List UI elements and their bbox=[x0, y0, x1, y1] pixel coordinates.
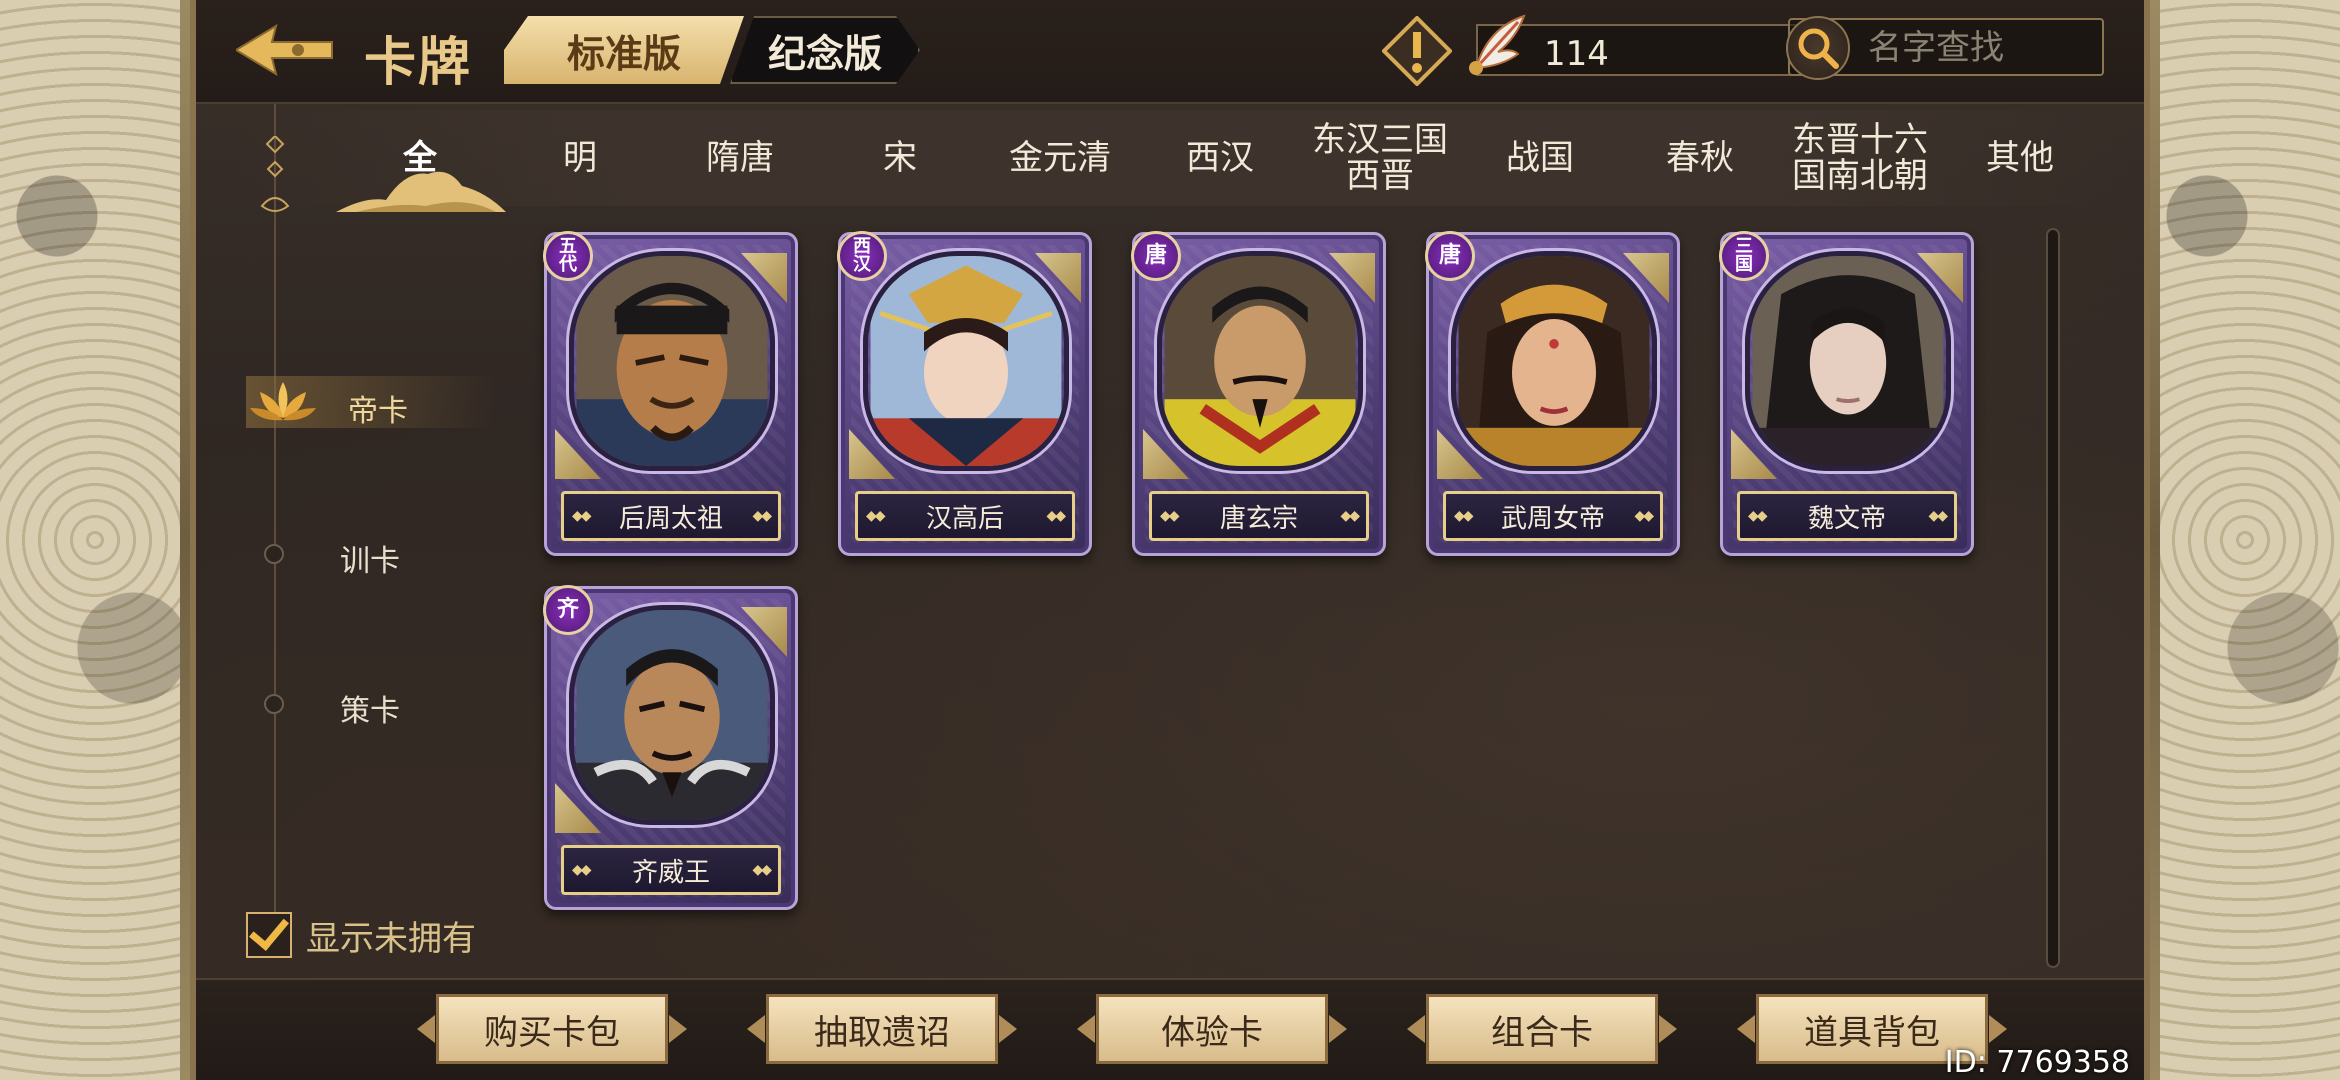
back-arrow-icon[interactable] bbox=[234, 22, 336, 78]
header: 卡牌 标准版 纪念版 114 bbox=[196, 0, 2144, 104]
search-icon[interactable] bbox=[1786, 16, 1850, 80]
diamond-ornament-icon: ◆◆ bbox=[752, 862, 771, 878]
card-nameplate: ◆◆ 汉高后 ◆◆ bbox=[855, 491, 1075, 541]
category-dot bbox=[264, 694, 284, 714]
warning-icon[interactable] bbox=[1381, 15, 1453, 87]
card-houzhou-taizu[interactable]: 五 代 ◆◆ 后周太祖 ◆◆ bbox=[543, 231, 798, 556]
dynasty-filter-bar: 全 明 隋唐 宋 金元清 西汉 东汉三国 西晋 战国 春秋 东晋十六 国南北朝 … bbox=[236, 110, 2136, 212]
dynasty-badge: 五 代 bbox=[543, 231, 593, 281]
tab-dynasty-donghan-sanguo-xijin[interactable]: 东汉三国 西晋 bbox=[1300, 110, 1460, 206]
tab-dynasty-all[interactable]: 全 bbox=[340, 110, 500, 206]
edition-tabs: 标准版 纪念版 bbox=[504, 16, 920, 84]
combo-card-button[interactable]: 组合卡 bbox=[1426, 994, 1658, 1064]
card-nameplate: ◆◆ 后周太祖 ◆◆ bbox=[561, 491, 781, 541]
card-portrait bbox=[569, 605, 775, 825]
card-wuzhou-nvdi[interactable]: 唐 ◆◆ 武周女帝 ◆◆ bbox=[1425, 231, 1680, 556]
dynasty-badge: 西 汉 bbox=[837, 231, 887, 281]
category-dot bbox=[264, 544, 284, 564]
card-qi-weiwang[interactable]: 齐 ◆◆ 齐威王 ◆◆ bbox=[543, 585, 798, 910]
card-wei-wendi[interactable]: 三 国 ◆◆ 魏文帝 ◆◆ bbox=[1719, 231, 1974, 556]
card-nameplate: ◆◆ 武周女帝 ◆◆ bbox=[1443, 491, 1663, 541]
tab-dynasty-song[interactable]: 宋 bbox=[820, 110, 980, 206]
diamond-ornament-icon: ◆◆ bbox=[572, 508, 591, 524]
diamond-ornament-icon: ◆◆ bbox=[866, 508, 885, 524]
card-han-gaohou[interactable]: 西 汉 ◆◆ 汉高后 ◆◆ bbox=[837, 231, 1092, 556]
lotus-icon bbox=[250, 382, 316, 421]
tab-dynasty-suitang[interactable]: 隋唐 bbox=[660, 110, 820, 206]
card-name: 唐玄宗 bbox=[1219, 503, 1298, 534]
diamond-ornament-icon: ◆◆ bbox=[1340, 508, 1359, 524]
card-nameplate: ◆◆ 齐威王 ◆◆ bbox=[561, 845, 781, 895]
player-id: ID: 7769358 bbox=[1944, 1045, 2130, 1080]
show-not-owned-label: 显示未拥有 bbox=[306, 918, 476, 959]
show-not-owned-checkbox[interactable] bbox=[246, 909, 292, 958]
show-not-owned-toggle[interactable]: 显示未拥有 bbox=[246, 909, 476, 960]
tab-dynasty-chunqiu[interactable]: 春秋 bbox=[1620, 110, 1780, 206]
dynasty-badge: 唐 bbox=[1131, 231, 1181, 281]
dynasty-badge: 齐 bbox=[543, 585, 593, 635]
trial-card-button[interactable]: 体验卡 bbox=[1096, 994, 1328, 1064]
card-name: 后周太祖 bbox=[618, 503, 723, 534]
main-frame: 卡牌 标准版 纪念版 114 名字查找 全 明 隋唐 宋 金元清 西汉 东汉三国… bbox=[190, 0, 2150, 1080]
tab-dynasty-jinyuanqing[interactable]: 金元清 bbox=[980, 110, 1140, 206]
diamond-ornament-icon: ◆◆ bbox=[1454, 508, 1473, 524]
bottom-action-bar: 购买卡包 抽取遗诏 体验卡 组合卡 道具背包 ID: 7769358 bbox=[196, 978, 2144, 1080]
category-rail bbox=[274, 104, 276, 914]
card-name: 魏文帝 bbox=[1807, 503, 1886, 534]
category-label: 帝卡 bbox=[348, 394, 408, 429]
card-portrait bbox=[1157, 251, 1363, 471]
currency-display: 114 bbox=[1469, 14, 1826, 76]
diamond-ornament-icon: ◆◆ bbox=[572, 862, 591, 878]
tab-dynasty-xihan[interactable]: 西汉 bbox=[1140, 110, 1300, 206]
tab-dynasty-dongjin-nanbei[interactable]: 东晋十六 国南北朝 bbox=[1780, 110, 1940, 206]
tab-dynasty-other[interactable]: 其他 bbox=[1940, 110, 2100, 206]
tab-dynasty-zhanguo[interactable]: 战国 bbox=[1460, 110, 1620, 206]
rail-ornament-icon bbox=[260, 136, 290, 212]
search-box bbox=[1786, 16, 2104, 80]
card-portrait bbox=[863, 251, 1069, 471]
checkmark-icon bbox=[249, 909, 289, 951]
card-list-scrollbar[interactable] bbox=[2046, 228, 2060, 968]
tab-commemorative-edition[interactable]: 纪念版 bbox=[730, 16, 920, 84]
currency-value: 114 bbox=[1544, 34, 1609, 74]
draw-edict-button[interactable]: 抽取遗诏 bbox=[766, 994, 998, 1064]
dynasty-badge: 三 国 bbox=[1719, 231, 1769, 281]
diamond-ornament-icon: ◆◆ bbox=[1928, 508, 1947, 524]
card-nameplate: ◆◆ 唐玄宗 ◆◆ bbox=[1149, 491, 1369, 541]
diamond-ornament-icon: ◆◆ bbox=[1748, 508, 1767, 524]
category-label: 策卡 bbox=[340, 694, 400, 729]
dynasty-badge: 唐 bbox=[1425, 231, 1475, 281]
diamond-ornament-icon: ◆◆ bbox=[1160, 508, 1179, 524]
diamond-ornament-icon: ◆◆ bbox=[1634, 508, 1653, 524]
card-name: 武周女帝 bbox=[1500, 503, 1605, 534]
card-portrait bbox=[1745, 251, 1951, 471]
right-dragon-panel bbox=[2150, 0, 2340, 1080]
card-tang-xuanzong[interactable]: 唐 ◆◆ 唐玄宗 ◆◆ bbox=[1131, 231, 1386, 556]
buy-card-pack-button[interactable]: 购买卡包 bbox=[436, 994, 668, 1064]
page-title: 卡牌 bbox=[364, 33, 473, 93]
card-name: 齐威王 bbox=[631, 857, 710, 888]
diamond-ornament-icon: ◆◆ bbox=[752, 508, 771, 524]
card-portrait bbox=[1451, 251, 1657, 471]
card-nameplate: ◆◆ 魏文帝 ◆◆ bbox=[1737, 491, 1957, 541]
feather-currency-icon bbox=[1458, 8, 1534, 84]
tab-dynasty-ming[interactable]: 明 bbox=[500, 110, 660, 206]
tab-standard-edition[interactable]: 标准版 bbox=[504, 16, 744, 84]
category-label: 训卡 bbox=[340, 544, 400, 579]
search-input[interactable] bbox=[1868, 26, 2088, 70]
diamond-ornament-icon: ◆◆ bbox=[1046, 508, 1065, 524]
card-portrait bbox=[569, 251, 775, 471]
left-dragon-panel bbox=[0, 0, 190, 1080]
card-name: 汉高后 bbox=[925, 503, 1004, 534]
